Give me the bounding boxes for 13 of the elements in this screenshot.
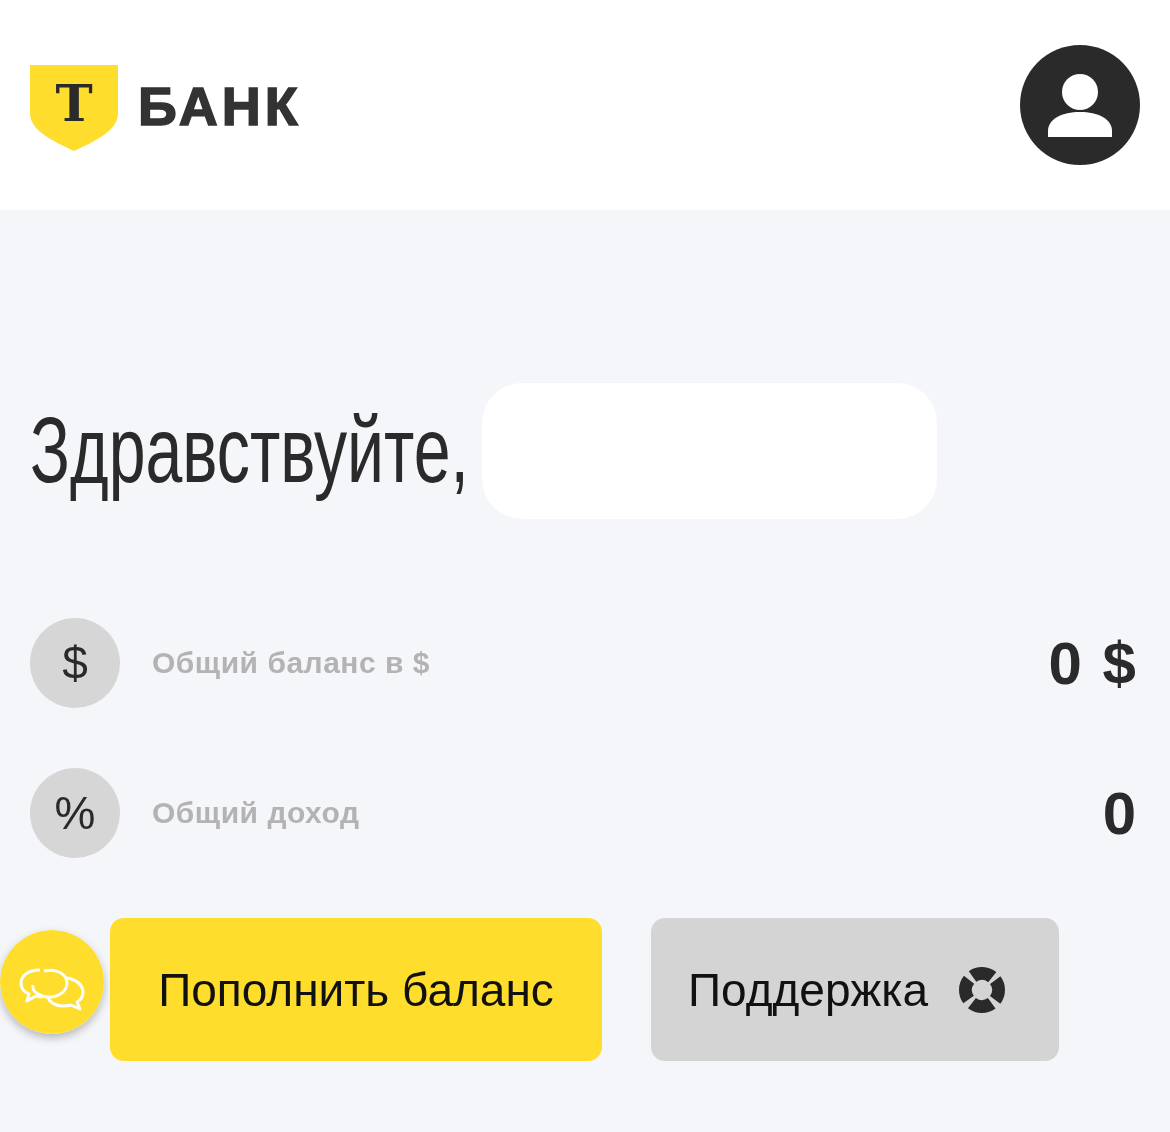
stat-symbol-circle: % (30, 768, 120, 858)
stat-label: Общий доход (152, 796, 360, 830)
stat-value: 0 (1102, 778, 1138, 848)
support-button[interactable]: Поддержка (651, 918, 1059, 1061)
logo-letter: Т (55, 79, 93, 129)
stat-label: Общий баланс в $ (152, 646, 430, 680)
logo-wordmark: БАНК (138, 79, 302, 133)
lifebuoy-icon (958, 965, 1006, 1014)
profile-avatar-icon[interactable] (1020, 45, 1140, 165)
top-up-balance-button[interactable]: Пополнить баланс (110, 918, 602, 1061)
stat-value: 0 $ (1048, 628, 1138, 698)
greeting-text: Здравствуйте, (30, 398, 469, 503)
stat-symbol-circle: $ (30, 618, 120, 708)
